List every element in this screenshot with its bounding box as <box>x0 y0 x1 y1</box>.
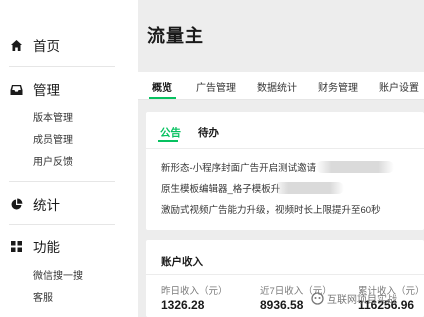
pie-chart-icon <box>9 197 23 211</box>
stat-label-yesterday: 昨日收入（元） <box>161 286 228 297</box>
sidebar-item-label: 功能 <box>33 240 60 255</box>
sidebar-item-home[interactable]: 首页 <box>0 33 138 57</box>
tab-todo[interactable]: 待办 <box>198 125 219 140</box>
sidebar-item-wechat-search[interactable]: 微信搜一搜 <box>0 266 138 288</box>
sidebar-item-label: 统计 <box>33 198 60 213</box>
sidebar-item-manage[interactable]: 管理 <box>0 77 138 101</box>
tab-finance-manage[interactable]: 财务管理 <box>318 79 358 94</box>
app-root: 首页 管理 版本管理 成员管理 用户反馈 统计 功能 微信搜一搜 客服 流量主 … <box>0 0 424 317</box>
tab-announcement[interactable]: 公告 <box>160 125 181 140</box>
sidebar: 首页 管理 版本管理 成员管理 用户反馈 统计 功能 微信搜一搜 客服 <box>0 0 138 317</box>
sidebar-divider <box>9 181 115 182</box>
sidebar-divider <box>9 66 115 67</box>
redacted-blur <box>316 161 394 173</box>
sidebar-divider <box>9 224 115 225</box>
active-tab-indicator <box>149 97 176 99</box>
stat-value-7days: 8936.58 <box>260 298 304 312</box>
sidebar-item-customer-service[interactable]: 客服 <box>0 288 138 310</box>
tab-bar: 概览 广告管理 数据统计 财务管理 账户设置 <box>138 72 424 100</box>
notice-card: 公告 待办 新形态-小程序封面广告开启测试邀请 原生模板编辑器_格子模板升 激励… <box>146 112 424 230</box>
notice-item[interactable]: 新形态-小程序封面广告开启测试邀请 <box>161 160 316 174</box>
stat-value-yesterday: 1326.28 <box>161 298 205 312</box>
watermark: 互联网项目实战 <box>310 291 397 306</box>
sidebar-group-manage: 管理 版本管理 成员管理 用户反馈 <box>0 77 138 174</box>
main-content: 流量主 概览 广告管理 数据统计 财务管理 账户设置 公告 待办 新形态-小程序… <box>138 0 424 317</box>
tab-overview[interactable]: 概览 <box>152 79 172 94</box>
sidebar-group-home: 首页 <box>0 33 138 57</box>
income-title: 账户收入 <box>161 256 203 268</box>
redacted-blur <box>274 182 344 194</box>
sidebar-item-label: 管理 <box>33 83 60 98</box>
sidebar-item-user-feedback[interactable]: 用户反馈 <box>0 152 138 174</box>
sidebar-group-stats: 统计 <box>0 192 138 216</box>
sidebar-item-member-manage[interactable]: 成员管理 <box>0 130 138 152</box>
sidebar-group-features: 功能 微信搜一搜 客服 <box>0 234 138 310</box>
income-divider <box>146 274 424 275</box>
sidebar-item-stats[interactable]: 统计 <box>0 192 138 216</box>
tab-data-stats[interactable]: 数据统计 <box>257 79 297 94</box>
notice-item[interactable]: 激励式视频广告能力升级，视频时长上限提升至60秒 <box>161 202 381 216</box>
notice-divider <box>146 148 424 149</box>
tab-ad-manage[interactable]: 广告管理 <box>196 79 236 94</box>
watermark-text: 互联网项目实战 <box>327 295 397 306</box>
tab-account-settings[interactable]: 账户设置 <box>379 79 419 94</box>
inbox-icon <box>9 82 23 96</box>
notice-item[interactable]: 原生模板编辑器_格子模板升 <box>161 181 280 195</box>
sidebar-item-version-manage[interactable]: 版本管理 <box>0 108 138 130</box>
home-icon <box>9 38 23 52</box>
sidebar-item-label: 首页 <box>33 39 60 54</box>
sidebar-item-features[interactable]: 功能 <box>0 234 138 258</box>
active-subtab-indicator <box>158 140 178 142</box>
wechat-channel-icon <box>310 292 324 306</box>
page-title: 流量主 <box>147 26 204 46</box>
grid-icon <box>9 239 23 253</box>
